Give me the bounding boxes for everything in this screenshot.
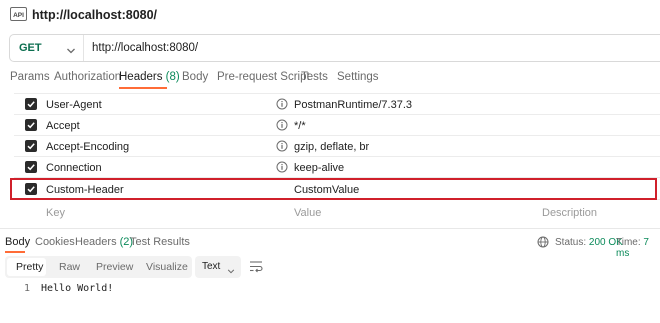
info-icon[interactable]	[276, 98, 288, 110]
header-value[interactable]: keep-alive	[294, 162, 344, 174]
request-title-bar: API http://localhost:8080/	[0, 0, 660, 30]
new-header-value-input[interactable]: Value	[294, 207, 321, 219]
tab-pre-request-script[interactable]: Pre-request Script	[217, 71, 310, 83]
request-tabs: Params Authorization Headers (8) Body Pr…	[0, 68, 660, 90]
response-tab-headers[interactable]: Headers (2)	[75, 236, 133, 248]
view-preview-button[interactable]: Preview	[96, 261, 133, 273]
view-raw-button[interactable]: Raw	[59, 261, 80, 273]
url-bar: GET http://localhost:8080/	[9, 34, 660, 62]
header-key[interactable]: Accept	[46, 120, 80, 132]
checkmark-icon	[27, 122, 35, 129]
highlight-annotation-box	[10, 178, 657, 200]
format-select[interactable]: Text	[195, 256, 241, 278]
header-row: User-Agent PostmanRuntime/7.37.3	[14, 94, 660, 115]
active-tab-indicator	[119, 87, 167, 89]
header-value[interactable]: gzip, deflate, br	[294, 141, 369, 153]
code-line-number: 1	[24, 283, 31, 294]
header-enabled-checkbox[interactable]	[25, 140, 37, 152]
api-request-icon: API	[10, 7, 27, 21]
checkmark-icon	[27, 101, 35, 108]
response-divider[interactable]	[0, 228, 660, 229]
view-visualize-button[interactable]: Visualize	[146, 261, 188, 273]
header-key[interactable]: Connection	[46, 162, 102, 174]
header-key[interactable]: Accept-Encoding	[46, 141, 129, 153]
info-icon[interactable]	[276, 161, 288, 173]
format-label: Text	[202, 261, 221, 272]
response-body-text[interactable]: Hello World!	[41, 283, 113, 294]
header-enabled-checkbox[interactable]	[25, 161, 37, 173]
tab-body[interactable]: Body	[182, 71, 208, 83]
chevron-down-icon	[66, 44, 76, 54]
tab-headers[interactable]: Headers (8)	[119, 71, 180, 83]
checkmark-icon	[27, 143, 35, 150]
svg-text:API: API	[13, 12, 24, 19]
header-enabled-checkbox[interactable]	[25, 98, 37, 110]
wrap-lines-icon[interactable]	[249, 260, 263, 273]
response-tab-body[interactable]: Body	[5, 236, 30, 248]
new-header-key-input[interactable]: Key	[46, 207, 65, 219]
header-row: Accept */*	[14, 115, 660, 136]
tab-tests[interactable]: Tests	[301, 71, 328, 83]
info-icon[interactable]	[276, 119, 288, 131]
active-response-tab-indicator	[5, 251, 25, 253]
header-value[interactable]: PostmanRuntime/7.37.3	[294, 99, 412, 111]
response-status[interactable]: Status: 200 OK	[555, 237, 623, 248]
request-title[interactable]: http://localhost:8080/	[32, 8, 157, 22]
method-label: GET	[19, 42, 42, 54]
tab-params[interactable]: Params	[10, 71, 50, 83]
chevron-down-icon	[227, 264, 237, 274]
new-header-description-input[interactable]: Description	[542, 207, 597, 219]
response-time[interactable]: Time: 7 ms	[616, 237, 660, 259]
response-tab-cookies[interactable]: Cookies	[35, 236, 75, 248]
header-row: Connection keep-alive	[14, 157, 660, 178]
url-input[interactable]: http://localhost:8080/	[92, 42, 198, 54]
header-row: Accept-Encoding gzip, deflate, br	[14, 136, 660, 157]
header-key[interactable]: User-Agent	[46, 99, 102, 111]
body-view-mode-group: Pretty Raw Preview Visualize	[5, 256, 192, 278]
header-enabled-checkbox[interactable]	[25, 119, 37, 131]
tab-authorization[interactable]: Authorization	[54, 71, 121, 83]
response-tab-test-results[interactable]: Test Results	[130, 236, 190, 248]
method-select[interactable]: GET	[10, 35, 84, 61]
view-pretty-button[interactable]: Pretty	[7, 258, 46, 276]
globe-icon[interactable]	[537, 236, 549, 248]
header-value[interactable]: */*	[294, 120, 306, 132]
checkmark-icon	[27, 164, 35, 171]
info-icon[interactable]	[276, 140, 288, 152]
tab-settings[interactable]: Settings	[337, 71, 379, 83]
